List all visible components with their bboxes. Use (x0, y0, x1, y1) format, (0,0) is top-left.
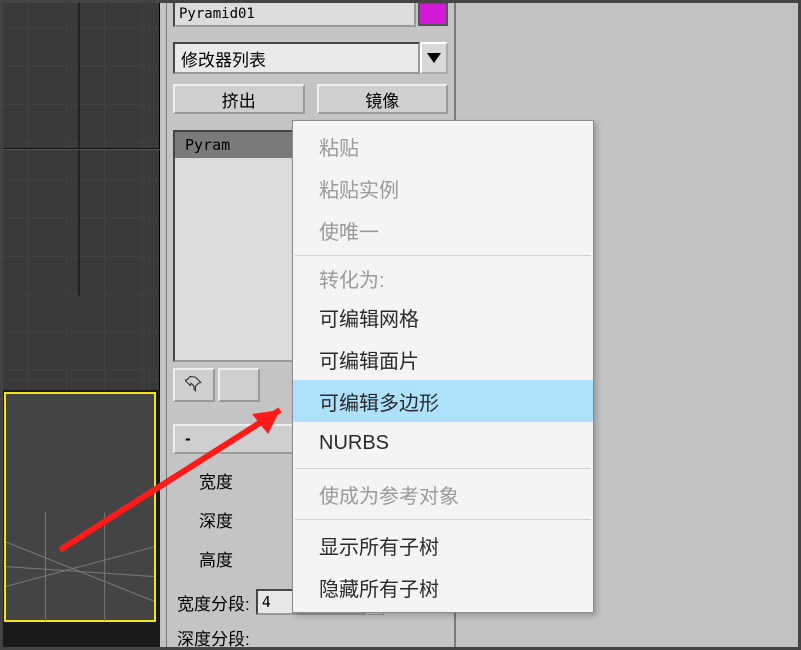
ctx-editable-poly[interactable]: 可编辑多边形 (293, 380, 593, 422)
ctx-editable-patch[interactable]: 可编辑面片 (293, 338, 593, 380)
object-name-input[interactable] (173, 1, 416, 27)
viewport-divider-h (0, 148, 160, 150)
ctx-make-reference: 使成为参考对象 (293, 473, 593, 515)
viewport-bottom-wrap (0, 390, 160, 650)
ctx-separator (295, 519, 591, 520)
stack-button-2[interactable] (218, 368, 260, 402)
width-segs-label: 宽度分段: (177, 590, 250, 615)
pin-icon (185, 375, 203, 396)
chevron-down-icon (427, 53, 441, 63)
modifier-list-dropdown[interactable]: 修改器列表 (173, 42, 448, 74)
pin-stack-button[interactable] (173, 368, 215, 402)
modifier-list-label: 修改器列表 (173, 42, 420, 74)
depth-segs-label: 深度分段: (177, 625, 250, 650)
depth-label: 深度 (173, 507, 233, 532)
ctx-convert-header: 转化为: (293, 260, 593, 296)
wireframe-icon (6, 394, 154, 621)
viewport-top[interactable] (0, 0, 160, 390)
height-label: 高度 (173, 546, 233, 571)
ctx-separator (295, 255, 591, 256)
ctx-paste-instance: 粘贴实例 (293, 167, 593, 209)
ctx-separator (295, 468, 591, 469)
ctx-hide-subtree[interactable]: 隐藏所有子树 (293, 566, 593, 608)
object-color-swatch[interactable] (418, 2, 448, 26)
ctx-editable-mesh[interactable]: 可编辑网格 (293, 296, 593, 338)
ctx-show-subtree[interactable]: 显示所有子树 (293, 524, 593, 566)
ctx-nurbs[interactable]: NURBS (293, 422, 593, 464)
extrude-button[interactable]: 挤出 (173, 84, 305, 114)
ctx-make-unique: 使唯一 (293, 209, 593, 251)
dropdown-button[interactable] (420, 42, 448, 74)
rollout-toggle-icon: - (185, 429, 191, 449)
mirror-button[interactable]: 镜像 (317, 84, 449, 114)
width-label: 宽度 (173, 468, 233, 493)
ctx-paste: 粘贴 (293, 125, 593, 167)
context-menu: 粘贴 粘贴实例 使唯一 转化为: 可编辑网格 可编辑面片 可编辑多边形 NURB… (292, 120, 594, 613)
viewport-perspective[interactable] (4, 392, 156, 622)
